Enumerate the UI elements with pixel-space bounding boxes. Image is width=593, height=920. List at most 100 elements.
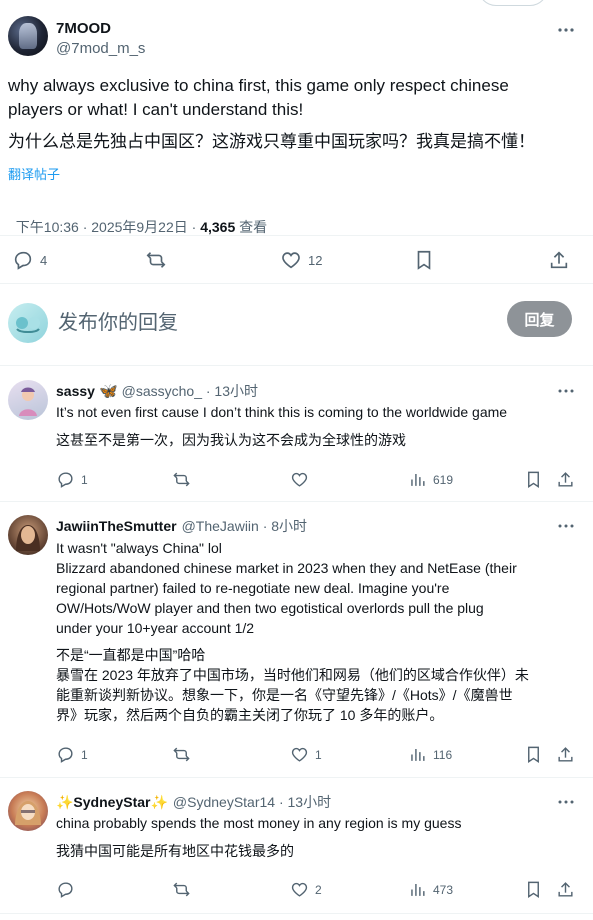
share-action[interactable] [556,470,575,489]
views-count: 116 [433,747,453,762]
share-icon [556,470,575,489]
reply-count: 4 [40,252,48,268]
share-action[interactable] [556,880,575,899]
bookmark-action[interactable] [524,470,543,489]
reply-handle-time[interactable]: @TheJawiin · 8小时 [182,516,307,536]
reply-text-line: It wasn't "always China" lol [56,540,222,556]
like-action[interactable]: 2 [290,880,322,899]
like-action[interactable] [290,470,309,489]
bookmark-action[interactable] [524,745,543,764]
analytics-icon [408,745,427,764]
more-options-icon[interactable] [556,381,576,401]
reply-text-line: 界》玩家，然后两个自负的霸主关闭了你玩了 10 多年的账户。 [56,707,444,723]
reply-action[interactable] [56,880,75,899]
reply-text-line: Blizzard abandoned chinese market in 202… [56,560,517,576]
like-action[interactable]: 1 [290,745,322,764]
reply-header: sassy 🦋 @sassycho_ · 13小时 [56,381,258,401]
more-options-icon[interactable] [556,516,576,536]
reply-icon [12,249,34,271]
like-count: 12 [308,252,323,268]
reply-header: ✨SydneyStar✨ @SydneyStar14 · 13小时 [56,792,331,812]
divider [0,913,593,914]
bookmark-action[interactable] [524,880,543,899]
reply-handle-time[interactable]: @SydneyStar14 · 13小时 [173,792,331,812]
reply-icon [56,745,75,764]
post-text-en-line1: why always exclusive to china first, thi… [8,76,509,95]
post-text-en-line2: players or what! I can't understand this… [8,100,304,119]
share-action[interactable] [556,745,575,764]
translate-post-link[interactable]: 翻译帖子 [8,164,60,183]
divider [0,365,593,366]
divider [0,283,593,284]
share-icon [556,880,575,899]
like-count: 2 [315,882,322,897]
butterfly-icon: 🦋 [98,383,118,400]
reply-icon [56,470,75,489]
bookmark-icon [524,745,543,764]
bookmark-icon [524,470,543,489]
views-count: 473 [433,882,454,897]
post-text-zh: 为什么总是先独占中国区？这游戏只尊重中国玩家吗？我真是搞不懂！ [8,132,535,151]
reply-action[interactable]: 4 [12,249,47,271]
reply-text-line: 不是“一直都是中国”哈哈 [56,647,206,663]
views-label: 查看 [235,219,268,235]
author-name[interactable]: 7MOOD [56,20,111,37]
heart-icon [290,470,309,489]
share-action[interactable] [548,249,570,271]
repost-action[interactable] [145,249,167,271]
views-action[interactable]: 619 [408,470,453,489]
reply-text-line: 暴雪在 2023 年放弃了中国市场，当时他们和网易（他们的区域合作伙伴）未 [56,667,529,683]
reply-author-name[interactable]: JawiinTheSmutter [56,518,177,534]
views-action[interactable]: 116 [408,745,452,764]
reply-author-name[interactable]: sassy [56,383,95,399]
bookmark-icon [413,249,435,271]
divider [0,501,593,502]
repost-action[interactable] [172,470,191,489]
more-options-icon[interactable] [556,792,576,812]
reply-icon [56,880,75,899]
reply-text-line: china probably spends the most money in … [56,815,462,831]
views-count: 4,365 [200,219,236,235]
repost-icon [172,880,191,899]
reply-avatar[interactable] [8,515,48,555]
views-action[interactable]: 473 [408,880,453,899]
more-options-icon[interactable] [556,20,576,40]
reply-avatar[interactable] [8,791,48,831]
reply-count: 1 [81,472,88,487]
heart-icon [290,745,309,764]
post-timestamp[interactable]: 下午10:36 · 2025年9月22日 · [16,219,200,235]
reply-author-name[interactable]: ✨SydneyStar✨ [56,794,168,811]
repost-action[interactable] [172,880,191,899]
repost-icon [172,470,191,489]
heart-icon [290,880,309,899]
reply-handle-time[interactable]: @sassycho_ · 13小时 [122,381,258,401]
reply-text-line: regional partner) failed to re-negotiate… [56,580,450,596]
reply-submit-button[interactable]: 回复 [507,301,572,337]
current-user-avatar [8,303,48,343]
reply-action[interactable]: 1 [56,470,88,489]
reply-text-line: OW/Hots/WoW player and then two egotisti… [56,600,484,616]
repost-icon [145,249,167,271]
analytics-icon [408,880,427,899]
reply-action[interactable]: 1 [56,745,88,764]
reply-count: 1 [81,747,88,762]
views-count: 619 [433,472,454,487]
share-icon [556,745,575,764]
heart-icon [280,249,302,271]
reply-text-line: 这甚至不是第一次，因为我认为这不会成为全球性的游戏 [56,432,406,448]
reply-input[interactable]: 发布你的回复 [58,306,178,335]
share-icon [548,249,570,271]
like-count: 1 [315,747,322,762]
repost-icon [172,745,191,764]
reply-text-line: under your 10+year account 1/2 [56,620,255,636]
top-clipped-button[interactable] [478,0,548,6]
like-action[interactable]: 12 [280,249,322,271]
repost-action[interactable] [172,745,191,764]
bookmark-action[interactable] [413,249,435,271]
author-handle[interactable]: @7mod_m_s [56,40,145,57]
author-avatar[interactable] [8,16,48,56]
divider [0,235,593,236]
reply-avatar[interactable] [8,380,48,420]
post-meta: 下午10:36 · 2025年9月22日 · 4,365 查看 [8,201,267,237]
reply-text-line: 我猜中国可能是所有地区中花钱最多的 [56,843,294,859]
